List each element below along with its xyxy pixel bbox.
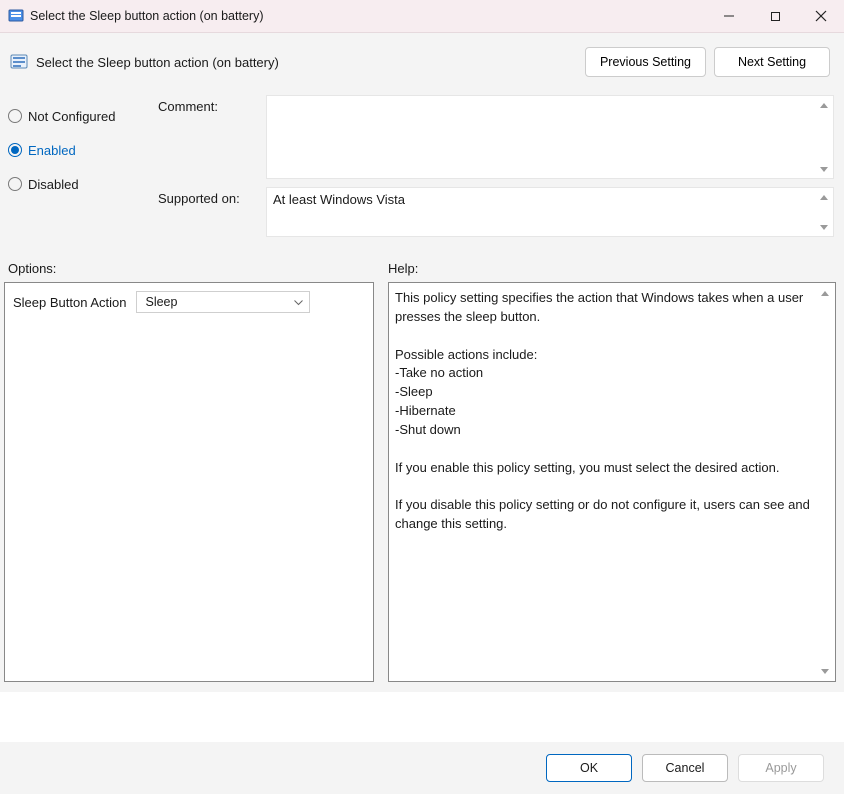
config-row: Not Configured Enabled Disabled Comment: [0, 95, 844, 251]
radio-label: Not Configured [28, 109, 115, 124]
select-value: Sleep [145, 295, 177, 309]
policy-icon [10, 53, 28, 71]
header-row: Select the Sleep button action (on batte… [0, 33, 844, 95]
state-radio-group: Not Configured Enabled Disabled [8, 95, 148, 245]
help-text: This policy setting specifies the action… [395, 289, 815, 534]
radio-icon [8, 177, 22, 191]
apply-button: Apply [738, 754, 824, 782]
window-title: Select the Sleep button action (on batte… [30, 9, 706, 23]
scroll-down-icon[interactable] [819, 665, 831, 677]
next-setting-button[interactable]: Next Setting [714, 47, 830, 77]
options-section-label: Options: [8, 261, 388, 276]
maximize-button[interactable] [752, 0, 798, 33]
footer: OK Cancel Apply [0, 742, 844, 794]
supported-on-label: Supported on: [158, 187, 266, 206]
minimize-button[interactable] [706, 0, 752, 33]
radio-icon [8, 109, 22, 123]
section-labels: Options: Help: [0, 251, 844, 282]
cancel-button[interactable]: Cancel [642, 754, 728, 782]
page-title: Select the Sleep button action (on batte… [36, 55, 577, 70]
radio-not-configured[interactable]: Not Configured [8, 99, 148, 133]
chevron-down-icon [294, 295, 303, 309]
scroll-down-icon[interactable] [818, 221, 830, 233]
ok-button[interactable]: OK [546, 754, 632, 782]
help-pane: This policy setting specifies the action… [388, 282, 836, 682]
sleep-action-select[interactable]: Sleep [136, 291, 310, 313]
titlebar: Select the Sleep button action (on batte… [0, 0, 844, 33]
radio-label: Enabled [28, 143, 76, 158]
supported-on-value: At least Windows Vista [273, 192, 405, 207]
radio-icon [8, 143, 22, 157]
comment-label: Comment: [158, 95, 266, 114]
option-label: Sleep Button Action [13, 295, 126, 310]
scroll-down-icon[interactable] [818, 163, 830, 175]
policy-window-icon [8, 8, 24, 24]
radio-disabled[interactable]: Disabled [8, 167, 148, 201]
scroll-up-icon[interactable] [818, 99, 830, 111]
help-section-label: Help: [388, 261, 418, 276]
radio-label: Disabled [28, 177, 79, 192]
radio-enabled[interactable]: Enabled [8, 133, 148, 167]
comment-field[interactable] [266, 95, 834, 179]
options-pane: Sleep Button Action Sleep [4, 282, 374, 682]
scroll-up-icon[interactable] [818, 191, 830, 203]
scroll-up-icon[interactable] [819, 287, 831, 299]
previous-setting-button[interactable]: Previous Setting [585, 47, 706, 77]
supported-on-field: At least Windows Vista [266, 187, 834, 237]
close-button[interactable] [798, 0, 844, 33]
